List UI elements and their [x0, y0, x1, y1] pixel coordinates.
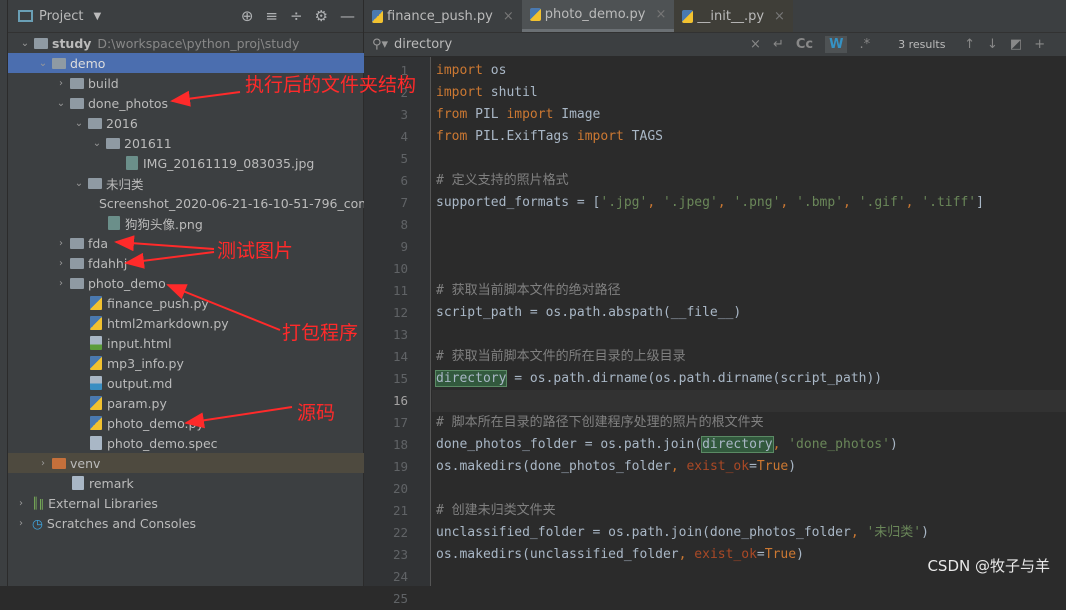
arrow — [170, 90, 241, 107]
annotation-arrows — [114, 90, 293, 429]
arrow — [114, 235, 215, 252]
line-number: 25 — [392, 591, 408, 606]
arrow — [166, 284, 281, 331]
watermark: CSDN @牧子与羊 — [927, 557, 1050, 575]
arrow — [124, 251, 215, 269]
arrow — [184, 406, 293, 429]
